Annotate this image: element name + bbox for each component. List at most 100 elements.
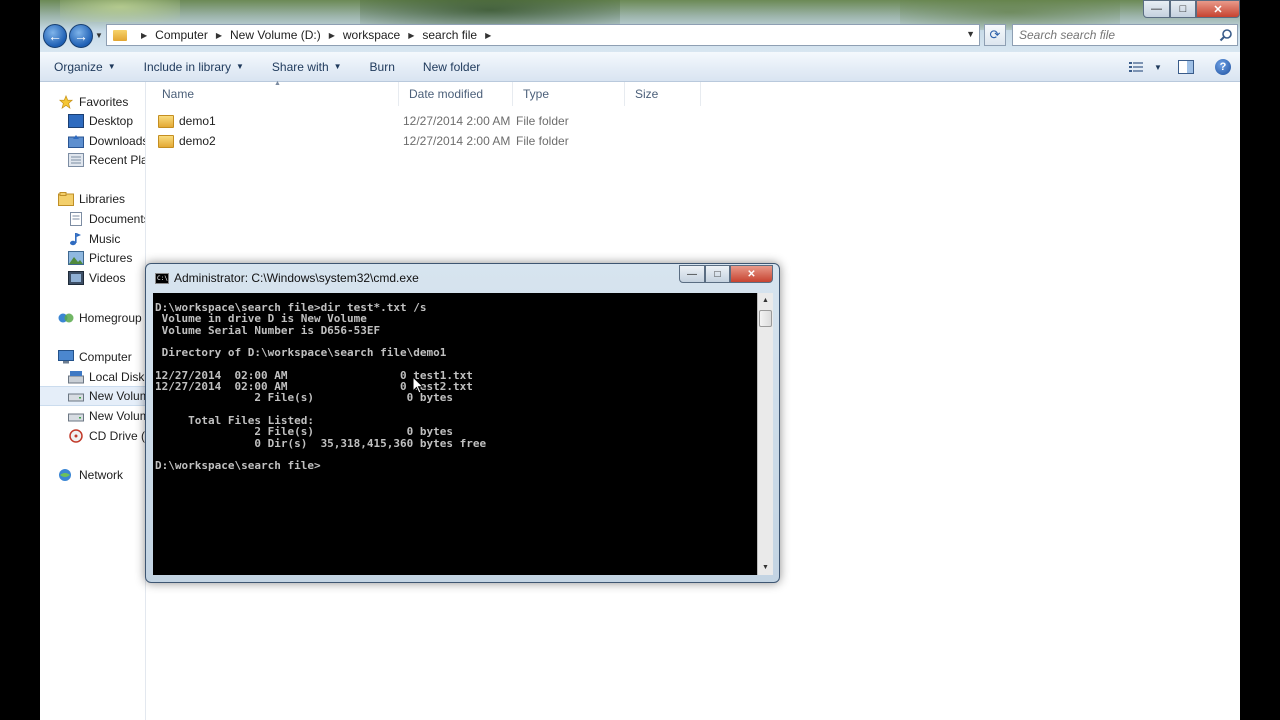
refresh-icon: ⟳ [989, 27, 1001, 42]
sidebar-item-cd-drive[interactable]: CD Drive (G [68, 426, 145, 446]
sidebar-item-network[interactable]: Network [58, 465, 145, 485]
preview-pane-button[interactable] [1166, 56, 1206, 78]
cmd-window-controls: — □ ✕ [679, 265, 773, 283]
computer-icon [58, 350, 74, 364]
chevron-right-icon[interactable]: ▶ [485, 31, 491, 40]
forward-arrow-icon: → [74, 28, 88, 44]
sidebar-item-music[interactable]: Music [68, 229, 145, 249]
search-input[interactable] [1019, 28, 1209, 42]
sidebar-item-documents[interactable]: Documents [68, 209, 145, 229]
breadcrumb-workspace[interactable]: workspace [343, 28, 400, 42]
chevron-right-icon[interactable]: ▶ [216, 31, 222, 40]
navigation-pane: Favorites Desktop Downloads Recent Plac … [40, 82, 146, 720]
chevron-right-icon[interactable]: ▶ [408, 31, 414, 40]
sidebar-item-videos[interactable]: Videos [68, 268, 145, 288]
column-header-date-modified[interactable]: Date modified [399, 82, 513, 106]
help-icon: ? [1215, 59, 1231, 75]
column-header-type[interactable]: Type [513, 82, 625, 106]
chevron-down-icon: ▼ [333, 62, 342, 71]
cmd-maximize-button[interactable]: □ [705, 265, 730, 283]
title-bar: — □ ✕ ← → ▼ ▶ Computer ▶ New Volume (D:)… [40, 0, 1240, 52]
recent-places-icon [68, 153, 84, 167]
burn-button[interactable]: Burn [356, 60, 409, 74]
address-bar[interactable]: ▶ Computer ▶ New Volume (D:) ▶ workspace… [106, 24, 980, 46]
sidebar-item-favorites[interactable]: Favorites [58, 92, 145, 112]
folder-icon [113, 29, 127, 41]
sidebar-item-local-disk[interactable]: Local Disk [68, 367, 145, 387]
preview-pane-icon [1178, 60, 1194, 74]
homegroup-icon [58, 313, 74, 323]
breadcrumb-search-file[interactable]: search file [422, 28, 477, 42]
console-text: D:\workspace\search file>dir test*.txt /… [155, 301, 487, 473]
cmd-window: C:\ Administrator: C:\Windows\system32\c… [145, 263, 780, 583]
breadcrumb-computer[interactable]: Computer [155, 28, 208, 42]
mouse-cursor-icon [412, 375, 425, 394]
view-options-dropdown[interactable]: ▼ [1150, 56, 1166, 78]
cmd-minimize-button[interactable]: — [679, 265, 705, 283]
minimize-button[interactable]: — [1143, 0, 1170, 18]
scroll-up-icon[interactable]: ▲ [758, 293, 773, 308]
music-icon [70, 233, 81, 246]
cmd-window-title: Administrator: C:\Windows\system32\cmd.e… [174, 271, 419, 285]
downloads-icon [68, 135, 84, 148]
sidebar-item-pictures[interactable]: Pictures [68, 248, 145, 268]
close-button[interactable]: ✕ [1196, 0, 1240, 18]
view-list-icon [1129, 62, 1143, 72]
drive-icon [68, 413, 84, 422]
cmd-close-button[interactable]: ✕ [730, 265, 773, 283]
sidebar-item-new-volume-e[interactable]: New Volum [68, 406, 145, 426]
sidebar-item-desktop[interactable]: Desktop [68, 111, 145, 131]
list-item[interactable]: demo1 12/27/2014 2:00 AM File folder [152, 111, 712, 131]
change-view-button[interactable] [1122, 56, 1150, 78]
maximize-button[interactable]: □ [1170, 0, 1196, 18]
right-letterbox [1240, 0, 1280, 720]
column-header-size[interactable]: Size [625, 82, 701, 106]
sidebar-item-downloads[interactable]: Downloads [68, 131, 145, 151]
sort-ascending-icon: ▲ [274, 80, 281, 87]
chevron-down-icon: ▼ [107, 62, 116, 71]
desktop-icon [68, 114, 84, 128]
console-output-area[interactable]: D:\workspace\search file>dir test*.txt /… [153, 293, 757, 575]
address-dropdown[interactable]: ▼ [966, 29, 975, 39]
sidebar-item-homegroup[interactable]: Homegroup [58, 308, 145, 328]
search-icon[interactable] [1219, 28, 1233, 42]
local-disk-icon [68, 371, 84, 384]
view-controls: ▼ ? [1122, 52, 1240, 82]
drive-icon [68, 393, 84, 402]
help-button[interactable]: ? [1206, 56, 1240, 78]
organize-menu[interactable]: Organize ▼ [40, 60, 130, 74]
sidebar-item-new-volume-d[interactable]: New Volum [40, 386, 145, 406]
sidebar-item-computer[interactable]: Computer [58, 347, 145, 367]
search-box[interactable] [1012, 24, 1238, 46]
cmd-app-icon[interactable]: C:\ [155, 273, 169, 284]
cd-drive-icon [69, 429, 83, 443]
include-in-library-menu[interactable]: Include in library ▼ [130, 60, 258, 74]
breadcrumb-new-volume[interactable]: New Volume (D:) [230, 28, 321, 42]
console-scrollbar[interactable]: ▲ ▼ [757, 293, 773, 575]
star-icon [58, 95, 74, 109]
sidebar-item-recent-places[interactable]: Recent Plac [68, 150, 145, 170]
pictures-icon [68, 251, 84, 265]
command-bar: Organize ▼ Include in library ▼ Share with… [40, 52, 1240, 82]
refresh-button[interactable]: ⟳ [984, 24, 1006, 46]
chevron-down-icon: ▼ [236, 62, 244, 71]
forward-button[interactable]: → [69, 24, 93, 48]
sidebar-item-libraries[interactable]: Libraries [58, 189, 145, 209]
chevron-right-icon[interactable]: ▶ [329, 31, 335, 40]
scroll-down-icon[interactable]: ▼ [758, 560, 773, 575]
folder-icon [158, 134, 174, 148]
list-item[interactable]: demo2 12/27/2014 2:00 AM File folder [152, 131, 712, 151]
libraries-icon [58, 192, 74, 206]
documents-icon [70, 212, 82, 226]
scrollbar-thumb[interactable] [759, 310, 772, 327]
network-icon [59, 469, 71, 481]
videos-icon [68, 271, 84, 285]
share-with-menu[interactable]: Share with ▼ [258, 60, 356, 74]
back-button[interactable]: ← [43, 24, 67, 48]
folder-icon [158, 114, 174, 128]
left-letterbox [0, 0, 40, 720]
new-folder-button[interactable]: New folder [409, 60, 494, 74]
chevron-right-icon[interactable]: ▶ [141, 31, 147, 40]
recent-pages-dropdown[interactable]: ▼ [95, 31, 103, 40]
window-controls: — □ ✕ [1143, 0, 1240, 18]
